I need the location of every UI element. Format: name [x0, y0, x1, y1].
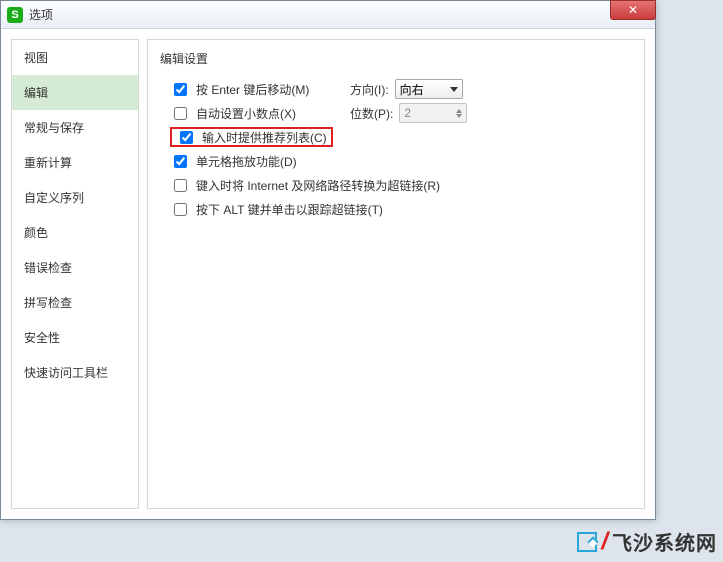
sidebar-item-security[interactable]: 安全性 [12, 320, 138, 355]
places-group: 位数(P): 2 [350, 103, 467, 123]
spinner-places-value: 2 [404, 106, 411, 120]
chevron-down-icon [450, 87, 458, 92]
sidebar-item-edit[interactable]: 编辑 [12, 75, 138, 110]
select-direction-value: 向右 [400, 81, 424, 98]
row-alt-click: 按下 ALT 键并单击以跟踪超链接(T) [170, 197, 632, 221]
sidebar-item-label: 拼写检查 [24, 296, 72, 310]
label-auto-decimal: 自动设置小数点(X) [196, 105, 296, 122]
sidebar-item-label: 安全性 [24, 331, 60, 345]
checkbox-drag-fill[interactable] [174, 155, 187, 168]
window-title: 选项 [29, 6, 53, 23]
titlebar: S 选项 ✕ [1, 1, 655, 29]
sidebar-item-spell-check[interactable]: 拼写检查 [12, 285, 138, 320]
label-hyperlink: 键入时将 Internet 及网络路径转换为超链接(R) [196, 177, 440, 194]
label-drag-fill: 单元格拖放功能(D) [196, 153, 297, 170]
sidebar-item-label: 视图 [24, 51, 48, 65]
section-title: 编辑设置 [160, 50, 632, 67]
sidebar-item-label: 颜色 [24, 226, 48, 240]
highlight-autocomplete: 输入时提供推荐列表(C) [170, 127, 333, 147]
form-rows: 按 Enter 键后移动(M) 方向(I): 向右 自动设置小数点(X) 位数(… [170, 77, 632, 221]
main-panel: 编辑设置 按 Enter 键后移动(M) 方向(I): 向右 自动 [147, 39, 645, 509]
checkbox-hyperlink[interactable] [174, 179, 187, 192]
watermark-box-icon [577, 532, 597, 552]
watermark-text: 飞沙系统网 [612, 527, 717, 556]
spinner-places: 2 [399, 103, 467, 123]
label-enter-move: 按 Enter 键后移动(M) [196, 81, 309, 98]
sidebar-item-general-save[interactable]: 常规与保存 [12, 110, 138, 145]
sidebar-item-recalc[interactable]: 重新计算 [12, 145, 138, 180]
checkbox-alt-click[interactable] [174, 203, 187, 216]
watermark: / 飞沙系统网 [577, 527, 717, 556]
sidebar-item-label: 编辑 [24, 86, 48, 100]
label-places: 位数(P): [350, 105, 393, 122]
select-direction[interactable]: 向右 [395, 79, 463, 99]
sidebar-item-label: 快速访问工具栏 [24, 366, 108, 380]
label-alt-click: 按下 ALT 键并单击以跟踪超链接(T) [196, 201, 383, 218]
label-direction: 方向(I): [350, 81, 389, 98]
arrow-down-icon [456, 114, 462, 118]
checkbox-auto-decimal[interactable] [174, 107, 187, 120]
sidebar-item-error-check[interactable]: 错误检查 [12, 250, 138, 285]
close-icon: ✕ [628, 3, 638, 17]
watermark-slash-icon: / [601, 528, 608, 556]
sidebar: 视图 编辑 常规与保存 重新计算 自定义序列 颜色 错误检查 拼写检查 安全性 … [11, 39, 139, 509]
row-hyperlink: 键入时将 Internet 及网络路径转换为超链接(R) [170, 173, 632, 197]
arrow-up-icon [456, 109, 462, 113]
sidebar-item-label: 重新计算 [24, 156, 72, 170]
sidebar-item-view[interactable]: 视图 [12, 40, 138, 75]
sidebar-item-label: 错误检查 [24, 261, 72, 275]
sidebar-item-color[interactable]: 颜色 [12, 215, 138, 250]
spinner-arrows [456, 109, 462, 118]
checkbox-autocomplete[interactable] [180, 131, 193, 144]
app-icon: S [7, 7, 23, 23]
sidebar-item-quick-access[interactable]: 快速访问工具栏 [12, 355, 138, 390]
sidebar-item-label: 自定义序列 [24, 191, 84, 205]
row-drag-fill: 单元格拖放功能(D) [170, 149, 632, 173]
content-area: 视图 编辑 常规与保存 重新计算 自定义序列 颜色 错误检查 拼写检查 安全性 … [1, 29, 655, 519]
options-window: S 选项 ✕ 视图 编辑 常规与保存 重新计算 自定义序列 颜色 错误检查 拼写… [0, 0, 656, 520]
sidebar-item-label: 常规与保存 [24, 121, 84, 135]
sidebar-item-custom-list[interactable]: 自定义序列 [12, 180, 138, 215]
row-auto-decimal: 自动设置小数点(X) 位数(P): 2 [170, 101, 632, 125]
close-button[interactable]: ✕ [610, 0, 656, 20]
label-autocomplete: 输入时提供推荐列表(C) [202, 129, 327, 146]
checkbox-enter-move[interactable] [174, 83, 187, 96]
direction-group: 方向(I): 向右 [350, 79, 463, 99]
row-autocomplete: 输入时提供推荐列表(C) [170, 125, 632, 149]
row-enter-move: 按 Enter 键后移动(M) 方向(I): 向右 [170, 77, 632, 101]
